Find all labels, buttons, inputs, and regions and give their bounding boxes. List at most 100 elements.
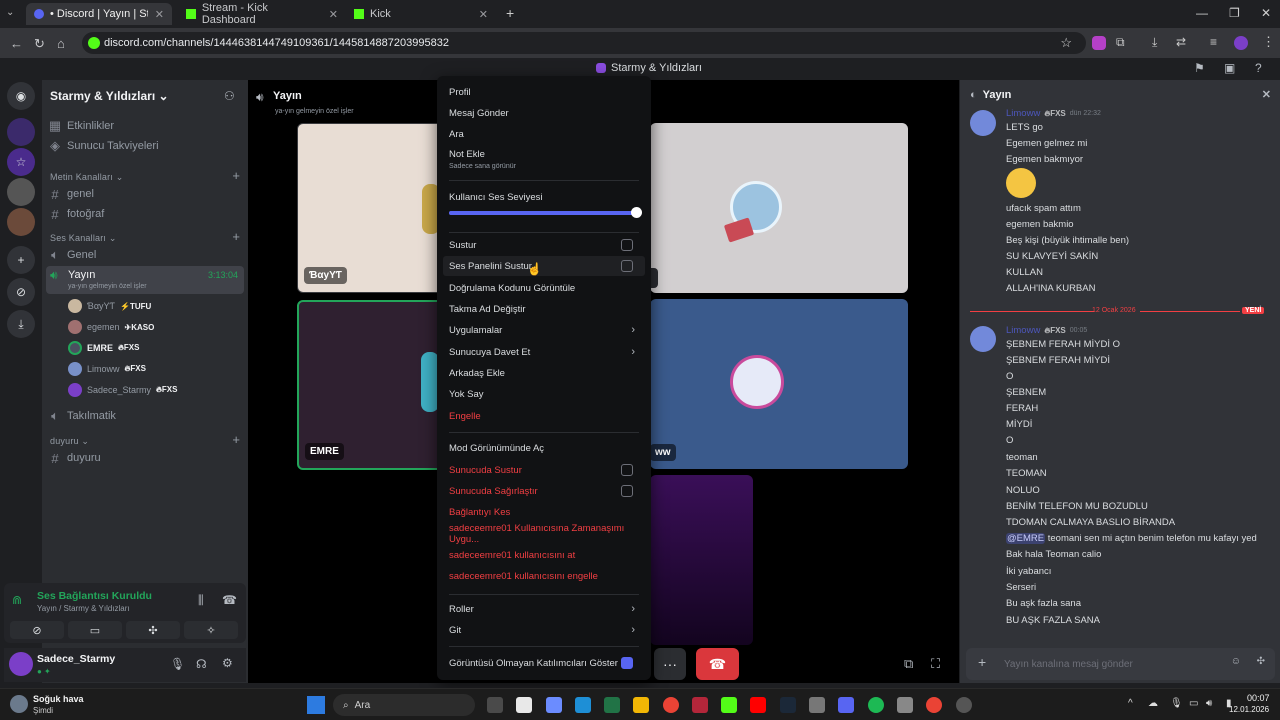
create-channel-icon[interactable]: + (232, 432, 240, 447)
server-icon[interactable] (7, 118, 35, 146)
server-icon[interactable]: ☆ (7, 148, 35, 176)
home-icon[interactable]: ⌂ (57, 36, 65, 51)
spotify-icon[interactable] (868, 697, 884, 713)
taskbar-search[interactable]: ⌕ Ara (333, 694, 475, 716)
create-channel-icon[interactable]: + (232, 229, 240, 244)
new-tab-icon[interactable]: + (506, 5, 514, 21)
apps-icon[interactable]: ✣ (1257, 656, 1265, 667)
task-view-icon[interactable] (487, 697, 503, 713)
popout-icon[interactable]: ⧉ (904, 656, 913, 672)
menu-item-timeout[interactable]: sadeceemre01 Kullanıcısına Zamanaşımı Uy… (443, 523, 645, 545)
menu-item-block[interactable]: Engelle (443, 406, 645, 426)
noise-suppression-icon[interactable]: ⫼ (198, 593, 204, 608)
menu-item-roles[interactable]: Roller › (443, 599, 645, 619)
file-icon[interactable] (516, 697, 532, 713)
kick-icon[interactable] (721, 697, 737, 713)
menu-item-add-note[interactable]: Not Ekle (443, 144, 645, 164)
soundboard-mute-checkbox[interactable] (621, 260, 633, 272)
menu-item-nickname[interactable]: Takma Ad Değiştir (443, 299, 645, 319)
bookmark-star-icon[interactable]: ☆ (1060, 35, 1072, 51)
more-options-icon[interactable]: ··· (654, 648, 686, 680)
mention[interactable]: @EMRE (1006, 533, 1046, 544)
add-attachment-icon[interactable]: + (978, 654, 986, 670)
voice-location[interactable]: Yayın / Starmy & Yıldızları (37, 604, 130, 613)
onedrive-icon[interactable]: ☁ (1148, 698, 1158, 709)
show-nonvideo-checkbox[interactable] (621, 657, 633, 669)
discord-icon[interactable] (838, 697, 854, 713)
tab-kick-dashboard[interactable]: Stream - Kick Dashboard ✕ (178, 2, 346, 26)
settings-icon[interactable] (956, 697, 972, 713)
message-author[interactable]: Limoww 🔥︎FXS 00:05 (1006, 325, 1087, 336)
participant-tile[interactable]: ww (650, 299, 908, 469)
tab-close-icon[interactable]: ✕ (329, 8, 338, 21)
channel-duyuru[interactable]: # duyuru (48, 449, 100, 467)
channel-events[interactable]: ▦ Etkinlikler (48, 117, 114, 135)
site-info-icon[interactable] (88, 37, 100, 49)
camera-off-icon[interactable]: ⊘ (10, 621, 64, 639)
tab-close-icon[interactable]: ✕ (155, 8, 164, 21)
app-icon[interactable] (692, 697, 708, 713)
folder-icon[interactable] (633, 697, 649, 713)
chrome-icon[interactable] (926, 697, 942, 713)
menu-item-ban[interactable]: sadeceemre01 kullanıcısını engelle (443, 566, 645, 586)
chrome-icon[interactable] (663, 697, 679, 713)
close-icon[interactable]: ✕ (1262, 88, 1271, 101)
profile-avatar-icon[interactable] (1234, 36, 1248, 50)
discover-icon[interactable]: ⊘ (7, 278, 35, 306)
tray-chevron-icon[interactable]: ^ (1128, 698, 1133, 709)
edge-icon[interactable] (575, 697, 591, 713)
voice-user[interactable]: EMRE 🔥︎FXS (68, 339, 139, 357)
settings-gear-icon[interactable]: ⚙ (222, 656, 233, 670)
participant-tile[interactable] (650, 123, 908, 293)
window-close-icon[interactable]: ✕ (1261, 6, 1271, 20)
menu-item-profile[interactable]: Profil (443, 82, 645, 102)
download-icon[interactable]: ⤓ (1152, 35, 1157, 50)
voice-channel-genel[interactable]: 🔈︎ Genel (48, 246, 96, 264)
windows-start-icon[interactable] (307, 696, 325, 714)
category-duyuru[interactable]: duyuru ⌄ (50, 436, 89, 447)
menu-item-server-mute[interactable]: Sunucuda Sustur (443, 460, 645, 480)
menu-item-ignore[interactable]: Yok Say (443, 384, 645, 404)
screen-share-icon[interactable]: ▭ (68, 621, 122, 639)
home-discord-icon[interactable]: ◉ (7, 82, 35, 110)
extension-icon[interactable] (1092, 36, 1106, 50)
menu-item-call[interactable]: Ara (443, 124, 645, 144)
soundboard-icon[interactable]: ✧ (184, 621, 238, 639)
clock-date[interactable]: 12.01.2026 (1229, 705, 1269, 714)
voice-user[interactable]: Sadece_Starmy 🔥︎FXS (68, 381, 177, 399)
menu-item-show-nonvideo[interactable]: Görüntüsü Olmayan Katılımcıları Göster (443, 653, 645, 673)
volume-slider-handle[interactable] (631, 207, 642, 218)
server-icon[interactable] (7, 178, 35, 206)
app-icon[interactable] (809, 697, 825, 713)
emoji-icon[interactable]: ☺ (1231, 656, 1241, 667)
mute-checkbox[interactable] (621, 239, 633, 251)
server-deafen-checkbox[interactable] (621, 485, 633, 497)
message-input[interactable]: + Yayın kanalına mesaj gönder ☺ ✣ (966, 648, 1275, 680)
server-mute-checkbox[interactable] (621, 464, 633, 476)
tab-search-icon[interactable]: ⌄ (6, 7, 14, 18)
message-author[interactable]: Limoww 🔥︎FXS dün 22:32 (1006, 108, 1101, 119)
tab-close-icon[interactable]: ✕ (479, 8, 488, 21)
network-icon[interactable]: ▭ (1189, 698, 1198, 709)
microphone-icon[interactable]: 🎙︎ (170, 657, 185, 671)
channel-fotograf[interactable]: # fotoğraf (48, 205, 104, 223)
server-name-header[interactable]: Starmy & Yıldızları ⌄ (50, 89, 169, 103)
channel-genel[interactable]: # genel (48, 185, 94, 203)
fullscreen-icon[interactable]: ⛶ (931, 656, 940, 672)
voice-channel-yayin[interactable]: 🔊︎ Yayın 3:13:04 ya-yın gelmeyin özel iş… (46, 266, 244, 294)
hang-up-button[interactable]: ☎ (696, 648, 739, 680)
copilot-icon[interactable] (546, 697, 562, 713)
weather-text[interactable]: Soğuk hava (33, 694, 84, 704)
excel-icon[interactable] (604, 697, 620, 713)
create-channel-icon[interactable]: + (232, 168, 240, 183)
server-icon[interactable] (7, 208, 35, 236)
add-server-icon[interactable]: + (7, 246, 35, 274)
tab-discord[interactable]: • Discord | Yayın | Starmy & Y ✕ (26, 3, 172, 25)
menu-item-apps[interactable]: Uygulamalar › (443, 320, 645, 340)
flag-icon[interactable]: ⚑ (1194, 61, 1205, 75)
volume-slider[interactable] (449, 207, 642, 218)
avatar[interactable] (9, 652, 33, 676)
menu-item-add-friend[interactable]: Arkadaş Ekle (443, 363, 645, 383)
download-apps-icon[interactable]: ⤓ (7, 310, 35, 338)
menu-item-invite[interactable]: Sunucuya Davet Et › (443, 342, 645, 362)
